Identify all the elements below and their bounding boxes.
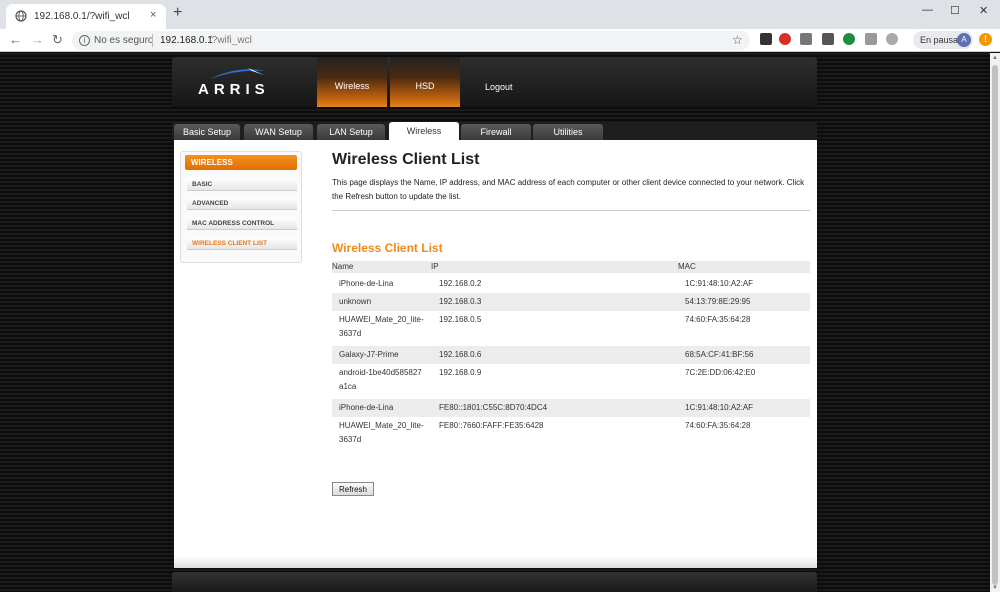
client-name-cont: 3637d <box>339 435 362 444</box>
maximize-button[interactable]: ☐ <box>950 4 960 17</box>
sidebar-header: WIRELESS <box>185 155 297 170</box>
arris-logo: ARRIS <box>198 81 270 98</box>
tab-wireless[interactable]: Wireless <box>389 122 459 140</box>
client-mac: 7C:2E:DD:06:42:E0 <box>685 368 756 377</box>
extension-pen-icon[interactable] <box>800 33 812 45</box>
client-name: iPhone-de-Lina <box>339 279 394 288</box>
sidebar: WIRELESS BASIC ADVANCED MAC ADDRESS CONT… <box>180 151 302 263</box>
divider <box>332 210 810 211</box>
update-alert-icon[interactable]: ! <box>979 33 992 46</box>
client-name: HUAWEI_Mate_20_lite- <box>339 421 424 430</box>
new-tab-button[interactable]: + <box>173 5 182 21</box>
close-tab-icon[interactable]: × <box>150 9 156 21</box>
tab-lan-setup[interactable]: LAN Setup <box>317 124 385 140</box>
client-mac: 1C:91:48:10:A2:AF <box>685 403 754 412</box>
scroll-thumb[interactable] <box>992 65 998 585</box>
security-label: No es seguro <box>94 35 154 46</box>
extension-brush-icon[interactable] <box>865 33 877 45</box>
client-name-cont: a1ca <box>339 382 357 391</box>
table-row: HUAWEI_Mate_20_lite- 3637d 192.168.0.5 74:6… <box>332 311 810 346</box>
bookmark-star-icon[interactable]: ☆ <box>732 33 743 47</box>
tab-basic-setup[interactable]: Basic Setup <box>174 124 240 140</box>
client-name: HUAWEI_Mate_20_lite- <box>339 315 424 324</box>
section-title: Wireless Client List <box>332 241 443 255</box>
table-header: Name IP MAC <box>332 261 810 273</box>
client-mac: 74:60:FA:35:64:28 <box>685 421 751 430</box>
client-mac: 1C:91:48:10:A2:AF <box>685 279 754 288</box>
sidebar-item-basic[interactable]: BASIC <box>187 178 297 191</box>
back-button[interactable]: ← <box>9 33 22 47</box>
sidebar-item-advanced[interactable]: ADVANCED <box>187 197 297 210</box>
scroll-up-icon[interactable]: ▲ <box>992 55 998 61</box>
client-mac: 54:13:79:8E:29:95 <box>685 297 751 306</box>
tab-wan-setup[interactable]: WAN Setup <box>244 124 313 140</box>
client-name: unknown <box>339 297 372 306</box>
reload-button[interactable]: ↻ <box>52 33 63 47</box>
header-nav-wireless[interactable]: Wireless <box>317 57 387 107</box>
column-header-mac: MAC <box>678 262 696 271</box>
url-path: /?wifi_wcl <box>209 35 252 46</box>
table-row: iPhone-de-Lina 192.168.0.2 1C:91:48:10:A2:… <box>332 275 810 293</box>
client-name-cont: 3637d <box>339 329 362 338</box>
extension-icon[interactable] <box>760 33 772 45</box>
column-header-ip: IP <box>431 262 439 271</box>
header-nav-hsd[interactable]: HSD <box>390 57 460 107</box>
table-row: iPhone-de-Lina FE80::1801:C55C:8D70:4DC4 1… <box>332 399 810 417</box>
url-host: 192.168.0.1 <box>160 35 213 46</box>
client-mac: 68:5A:CF:41:BF:56 <box>685 350 754 359</box>
client-ip: FE80::1801:C55C:8D70:4DC4 <box>439 403 548 412</box>
table-row: android-1be40d585827 a1ca 192.168.0.9 7C:2E… <box>332 364 810 399</box>
address-bar[interactable]: i No es seguro 192.168.0.1 /?wifi_wcl ☆ <box>72 31 750 50</box>
close-window-button[interactable]: ✕ <box>979 4 988 17</box>
pause-label: En pausa <box>920 35 959 45</box>
client-name: Galaxy-J7-Prime <box>339 350 399 359</box>
table-row: Galaxy-J7-Prime 192.168.0.6 68:5A:CF:41:BF… <box>332 346 810 364</box>
client-ip: FE80::7660:FAFF:FE35:6428 <box>439 421 544 430</box>
router-footer <box>172 572 817 592</box>
router-header: ARRIS Wireless HSD Logout <box>172 57 817 107</box>
profile-pause-chip[interactable]: En pausa A <box>913 31 973 49</box>
client-mac: 74:60:FA:35:64:28 <box>685 315 751 324</box>
table-row: HUAWEI_Mate_20_lite-3637d FE80::7660:FAFF… <box>332 417 810 452</box>
tab-title: 192.168.0.1/?wifi_wcl <box>34 11 130 22</box>
minimize-button[interactable]: — <box>922 4 933 16</box>
url-separator <box>152 34 153 47</box>
globe-icon <box>15 10 27 22</box>
extension-bulb-icon[interactable] <box>886 33 898 45</box>
client-ip: 192.168.0.6 <box>439 350 482 359</box>
scroll-down-icon[interactable]: ▼ <box>992 585 998 591</box>
tab-firewall[interactable]: Firewall <box>461 124 531 140</box>
client-ip: 192.168.0.2 <box>439 279 482 288</box>
client-ip: 192.168.0.5 <box>439 315 482 324</box>
refresh-button[interactable]: Refresh <box>332 482 374 496</box>
client-ip: 192.168.0.3 <box>439 297 482 306</box>
sidebar-item-wireless-client-list[interactable]: WIRELESS CLIENT LIST <box>187 237 297 250</box>
client-name: iPhone-de-Lina <box>339 403 394 412</box>
forward-button[interactable]: → <box>31 33 44 47</box>
content-bottom-edge <box>174 556 817 568</box>
info-icon[interactable]: i <box>79 35 90 46</box>
page-scrollbar[interactable]: ▲ ▼ <box>990 53 1000 592</box>
avatar: A <box>957 33 971 47</box>
tab-utilities[interactable]: Utilities <box>533 124 603 140</box>
extension-red-icon[interactable] <box>779 33 791 45</box>
client-name: android-1be40d585827 <box>339 368 422 377</box>
sidebar-item-mac-address-control[interactable]: MAC ADDRESS CONTROL <box>187 217 297 230</box>
page-description: This page displays the Name, IP address,… <box>332 178 805 201</box>
extension-window-icon[interactable] <box>822 33 834 45</box>
column-header-name: Name <box>332 262 354 271</box>
page-title: Wireless Client List <box>332 151 480 168</box>
client-ip: 192.168.0.9 <box>439 368 482 377</box>
arris-logo-swoosh-icon <box>210 68 266 79</box>
main-tabs: Basic Setup WAN Setup LAN Setup Wireless… <box>172 122 817 140</box>
table-row: unknown 192.168.0.3 54:13:79:8E:29:95 <box>332 293 810 311</box>
extension-green-icon[interactable] <box>843 33 855 45</box>
browser-tab-strip: 192.168.0.1/?wifi_wcl × + — ☐ ✕ <box>0 0 1000 29</box>
header-nav-logout[interactable]: Logout <box>485 82 513 92</box>
browser-tab[interactable]: 192.168.0.1/?wifi_wcl × <box>6 4 166 29</box>
